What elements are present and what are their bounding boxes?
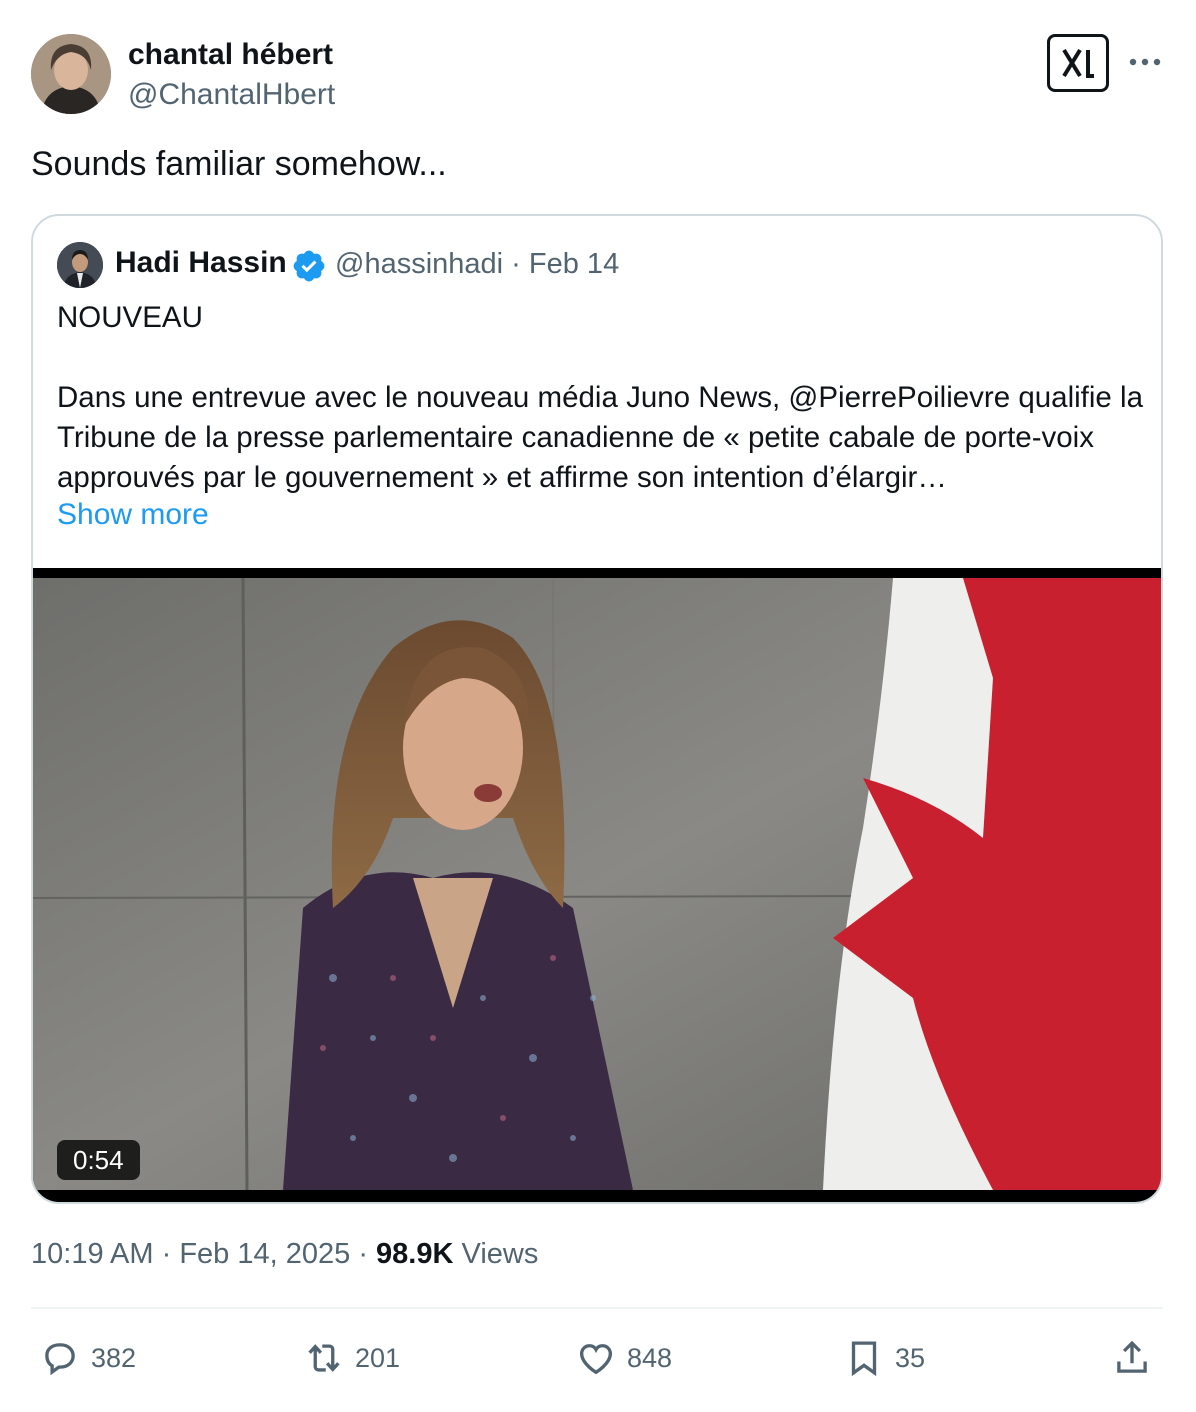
verified-badge-icon xyxy=(293,250,325,282)
repost-count: 201 xyxy=(355,1342,401,1373)
quote-author-handle[interactable]: @hassinhadi xyxy=(335,248,503,280)
divider xyxy=(31,1307,1163,1309)
quoted-tweet[interactable]: Hadi Hassin @hassinhadi · Feb 14 NOUVEAU… xyxy=(31,214,1163,1204)
tweet-time[interactable]: 10:19 AM xyxy=(31,1238,154,1270)
like-button[interactable]: 848 xyxy=(575,1334,672,1382)
share-button[interactable] xyxy=(1111,1334,1153,1382)
grok-icon xyxy=(1062,48,1094,78)
author-avatar[interactable] xyxy=(31,34,111,114)
meta-separator: · xyxy=(161,1238,172,1270)
grok-button[interactable] xyxy=(1047,34,1109,92)
tweet-date[interactable]: Feb 14, 2025 xyxy=(179,1238,350,1270)
quote-body: NOUVEAU Dans une entrevue avec le nouvea… xyxy=(57,301,1143,494)
reply-button[interactable]: 382 xyxy=(39,1334,136,1382)
bookmark-button[interactable]: 35 xyxy=(843,1334,925,1382)
quote-author-avatar[interactable] xyxy=(57,242,103,288)
share-icon xyxy=(1117,1340,1147,1373)
video-duration: 0:54 xyxy=(57,1140,140,1180)
video-thumbnail xyxy=(33,578,1161,1190)
more-icon xyxy=(1129,58,1161,66)
reply-count: 382 xyxy=(91,1342,137,1373)
repost-button[interactable]: 201 xyxy=(303,1334,400,1382)
meta-separator: · xyxy=(358,1238,368,1270)
repost-icon xyxy=(308,1344,340,1372)
author-handle[interactable]: @ChantalHbert xyxy=(128,78,335,112)
tweet-timestamp: 10:19 AM · Feb 14, 2025 · 98.9K Views xyxy=(31,1238,538,1271)
bookmark-icon xyxy=(851,1341,877,1377)
more-button[interactable] xyxy=(1125,44,1165,80)
video-player[interactable]: 0:54 xyxy=(33,568,1161,1202)
like-icon xyxy=(579,1344,613,1375)
like-count: 848 xyxy=(627,1342,673,1373)
tweet-text: Sounds familiar somehow... xyxy=(31,145,447,183)
author-name[interactable]: chantal hébert xyxy=(128,38,333,72)
quote-meta: @hassinhadi · Feb 14 xyxy=(335,248,619,281)
show-more-link[interactable]: Show more xyxy=(57,498,209,532)
reply-icon xyxy=(45,1343,75,1376)
quote-author-name[interactable]: Hadi Hassin xyxy=(115,246,287,280)
meta-separator: · xyxy=(511,248,521,280)
views-count: 98.9K xyxy=(376,1238,454,1270)
views-label: Views xyxy=(461,1238,539,1270)
action-bar: 382 201 848 35 xyxy=(31,1334,1163,1382)
bookmark-count: 35 xyxy=(895,1342,926,1373)
tweet-header: chantal hébert @ChantalHbert xyxy=(31,34,1165,116)
quote-date[interactable]: Feb 14 xyxy=(529,248,619,280)
